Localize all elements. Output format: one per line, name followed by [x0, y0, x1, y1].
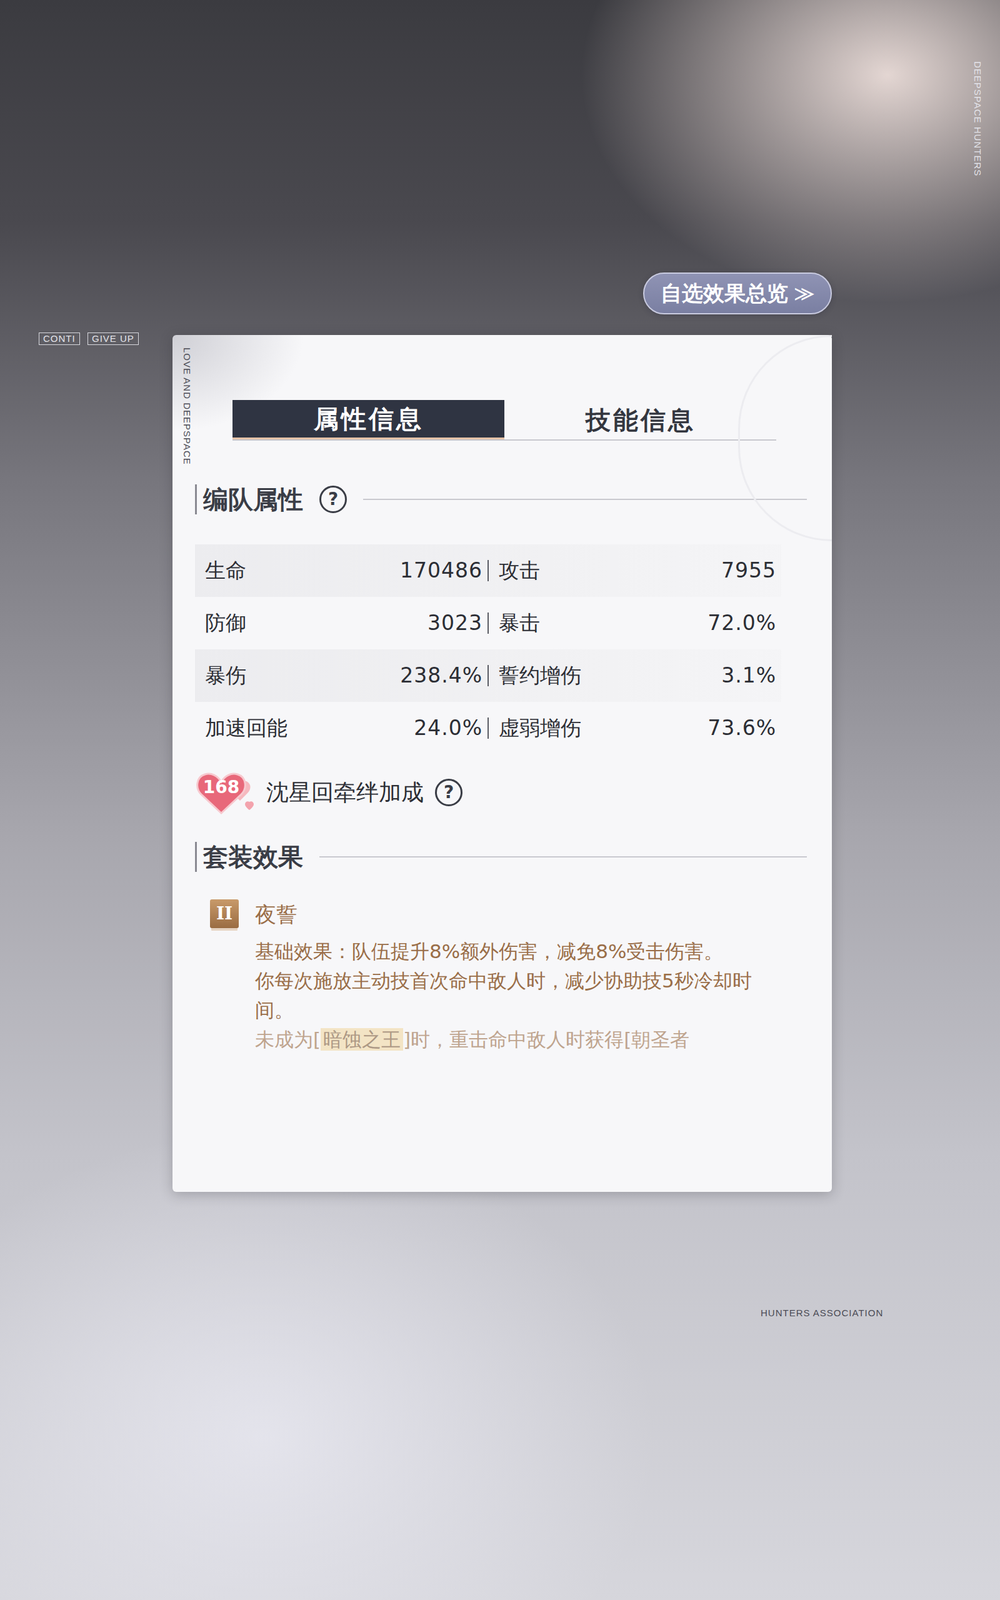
stat-value: 238.4%: [400, 660, 483, 692]
description-text: 你每次施放主动技首次命中敌人时，减少协助技5秒冷却时间。: [255, 969, 752, 1022]
overview-label: 自选效果总览: [660, 280, 789, 307]
stat-cell: 生命 170486: [195, 555, 488, 587]
section-divider: [363, 498, 807, 500]
stat-separator: [487, 665, 489, 687]
set-body: 夜誓基础效果：队伍提升8%额外伤害，减免8%受击伤害。你每次施放主动技首次命中敌…: [255, 899, 762, 1055]
description-text: 未成为[: [255, 1028, 321, 1051]
stat-cell: 誓约增伤 3.1%: [488, 660, 782, 692]
back-button: GIVE UP: [87, 332, 139, 345]
stat-separator: [487, 560, 489, 582]
set-name: 夜誓: [255, 900, 762, 929]
stat-cell: 加速回能 24.0%: [195, 712, 488, 744]
bond-row: 168 沈星回牵绊加成?: [195, 768, 807, 817]
tab[interactable]: 属性信息: [232, 400, 505, 440]
bond-label: 沈星回牵绊加成: [266, 775, 424, 810]
stat-row: 加速回能 24.0% 虚弱增伤 73.6%: [195, 701, 782, 755]
set-description: 基础效果：队伍提升8%额外伤害，减免8%受击伤害。你每次施放主动技首次命中敌人时…: [255, 936, 762, 1055]
stat-label: 虚弱增伤: [498, 712, 582, 744]
section-divider: [319, 856, 807, 858]
bond-level: 168: [201, 776, 242, 799]
stat-label: 暴击: [498, 607, 540, 639]
section-title: 套装效果: [195, 841, 304, 872]
tab-bar: 属性信息技能信息: [232, 400, 777, 441]
stat-value: 24.0%: [413, 712, 483, 744]
stat-label: 防御: [205, 607, 247, 639]
stat-label: 誓约增伤: [498, 660, 582, 692]
panel-side-label: LOVE AND DEEPSPACE: [180, 347, 195, 465]
stat-value: 72.0%: [707, 607, 777, 639]
stat-cell: 攻击 7955: [488, 555, 782, 587]
description-text: ]时，重击命中敌人时获得[朝圣者: [403, 1028, 690, 1051]
section-header: 编队属性?: [195, 484, 807, 515]
keyword: 暗蚀之王: [320, 1028, 404, 1051]
stat-cell: 虚弱增伤 73.6%: [488, 712, 782, 744]
stat-label: 加速回能: [205, 712, 288, 744]
description-line: 未成为[暗蚀之王]时，重击命中敌人时获得[朝圣者: [255, 1025, 762, 1055]
tier-badge: II: [210, 899, 239, 929]
stat-label: 攻击: [498, 555, 540, 587]
overview-button[interactable]: 自选效果总览≫: [643, 272, 832, 315]
stat-value: 3023: [427, 607, 483, 639]
screen-background: CONTI GIVE UP DEEPSPACE HUNTERS HUNTERS ASS…: [0, 0, 1000, 1600]
chevron-icon: ≫: [794, 281, 815, 305]
stat-separator: [487, 612, 489, 634]
stat-label: 生命: [205, 555, 247, 587]
stat-row: 暴伤 238.4% 誓约增伤 3.1%: [195, 649, 782, 702]
stat-value: 73.6%: [707, 712, 777, 744]
heart-badge: 168: [195, 768, 255, 817]
stat-cell: 暴击 72.0%: [488, 607, 782, 639]
help-icon[interactable]: ?: [435, 778, 463, 807]
section-title: 编队属性: [195, 484, 304, 515]
stat-value: 7955: [721, 555, 777, 587]
stat-cell: 暴伤 238.4%: [195, 660, 488, 692]
stat-label: 暴伤: [205, 660, 247, 692]
section-header: 套装效果: [195, 841, 807, 872]
stat-row: 防御 3023 暴击 72.0%: [195, 596, 782, 650]
back-button: CONTI: [38, 332, 80, 345]
footer-label: HUNTERS ASSOCIATION: [760, 1306, 884, 1321]
stat-value: 3.1%: [721, 660, 777, 692]
stat-cell: 防御 3023: [195, 607, 488, 639]
description-text: 基础效果：队伍提升8%额外伤害，减免8%受击伤害。: [255, 940, 724, 963]
main-area: 自选效果总览≫ LOVE AND DEEPSPACE 属性信息技能信息编队属性? 生命…: [172, 0, 832, 1192]
stat-row: 生命 170486 攻击 7955: [195, 544, 782, 597]
stat-separator: [487, 717, 489, 739]
edge-label: DEEPSPACE HUNTERS: [970, 61, 985, 177]
stat-list: 生命 170486 攻击 7955 防御 3023 暴击 72.0% 暴伤 238.4% 誓约增伤 3…: [195, 544, 782, 755]
info-panel: LOVE AND DEEPSPACE属性信息技能信息编队属性?生命170486攻…: [172, 335, 832, 1192]
tab[interactable]: 技能信息: [504, 400, 777, 440]
panel-arc-decoration: [738, 335, 832, 542]
set-item: II 夜誓基础效果：队伍提升8%额外伤害，减免8%受击伤害。你每次施放主动技首次命…: [195, 899, 807, 1055]
description-line: 基础效果：队伍提升8%额外伤害，减免8%受击伤害。: [255, 936, 762, 967]
description-line: 你每次施放主动技首次命中敌人时，减少协助技5秒冷却时间。: [255, 966, 762, 1025]
stat-value: 170486: [400, 555, 483, 587]
help-icon[interactable]: ?: [319, 485, 347, 514]
